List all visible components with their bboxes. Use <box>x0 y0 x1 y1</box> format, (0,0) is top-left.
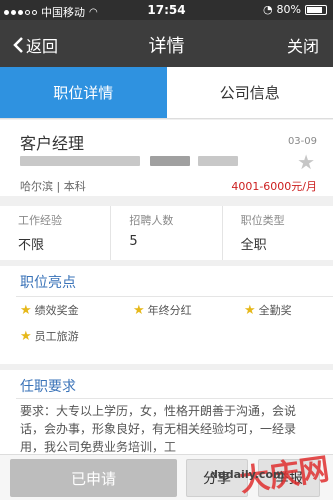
tab-bar: 职位详情 公司信息 <box>0 67 333 119</box>
info-value: 5 <box>129 234 138 249</box>
star-icon: ★ <box>244 302 256 318</box>
navigation-bar: 返回 详情 关闭 <box>0 20 333 67</box>
highlight-item: ★ 绩效奖金 <box>20 302 79 318</box>
star-icon: ★ <box>133 302 145 318</box>
post-date: 03-09 <box>287 136 317 147</box>
blurred-company-name <box>150 156 190 166</box>
divider <box>16 296 333 297</box>
blurred-company-name <box>20 156 140 166</box>
divider <box>16 398 333 399</box>
close-button[interactable]: 关闭 <box>287 33 319 57</box>
section-title: 职位亮点 <box>20 275 76 291</box>
info-value: 不限 <box>18 238 45 253</box>
info-label: 招聘人数 <box>129 214 174 227</box>
applied-button[interactable]: 已申请 <box>10 459 177 497</box>
page-title: 详情 <box>148 36 185 57</box>
tab-job-details[interactable]: 职位详情 <box>0 67 167 118</box>
salary: 4001-6000元/月 <box>231 180 317 193</box>
battery-percent: 80% <box>276 3 301 16</box>
job-title: 客户经理 <box>20 134 85 153</box>
favorite-star-icon[interactable]: ★ <box>297 150 315 174</box>
tab-company-info[interactable]: 公司信息 <box>166 67 333 118</box>
job-info-grid: 工作经验 不限 招聘人数 5 职位类型 全职 <box>0 206 333 260</box>
info-label: 工作经验 <box>18 214 62 227</box>
watermark-url: dqdaily.com <box>210 468 285 481</box>
info-experience: 工作经验 不限 <box>0 206 112 260</box>
highlight-item: ★ 年终分红 <box>133 302 192 318</box>
job-summary-card: 客户经理 03-09 ★ 哈尔滨 | 本科 4001-6000元/月 <box>0 120 333 196</box>
info-job-type: 职位类型 全职 <box>223 206 333 260</box>
star-icon: ★ <box>20 328 32 344</box>
highlight-item: ★ 全勤奖 <box>244 302 292 318</box>
status-right: ◔ 80% <box>263 3 327 16</box>
job-highlights-section: 职位亮点 ★ 绩效奖金 ★ 年终分红 ★ 全勤奖 ★ 员工旅游 <box>0 266 333 364</box>
status-bar: 中国移动 ◠ 17:54 ◔ 80% <box>0 0 333 20</box>
info-value: 全职 <box>240 238 267 253</box>
battery-icon <box>305 4 327 15</box>
lock-rotation-icon: ◔ <box>262 3 273 16</box>
blurred-company-name <box>198 156 238 166</box>
info-label: 职位类型 <box>240 214 285 227</box>
location-education: 哈尔滨 | 本科 <box>20 180 86 193</box>
highlight-item: ★ 员工旅游 <box>20 328 79 344</box>
section-title: 任职要求 <box>20 379 76 395</box>
star-icon: ★ <box>20 302 32 318</box>
info-headcount: 招聘人数 5 <box>111 206 223 260</box>
requirements-text: 要求：大专以上学历，女，性格开朗善于沟通，会说话，会办事，形象良好，有无相关经验… <box>20 404 297 454</box>
